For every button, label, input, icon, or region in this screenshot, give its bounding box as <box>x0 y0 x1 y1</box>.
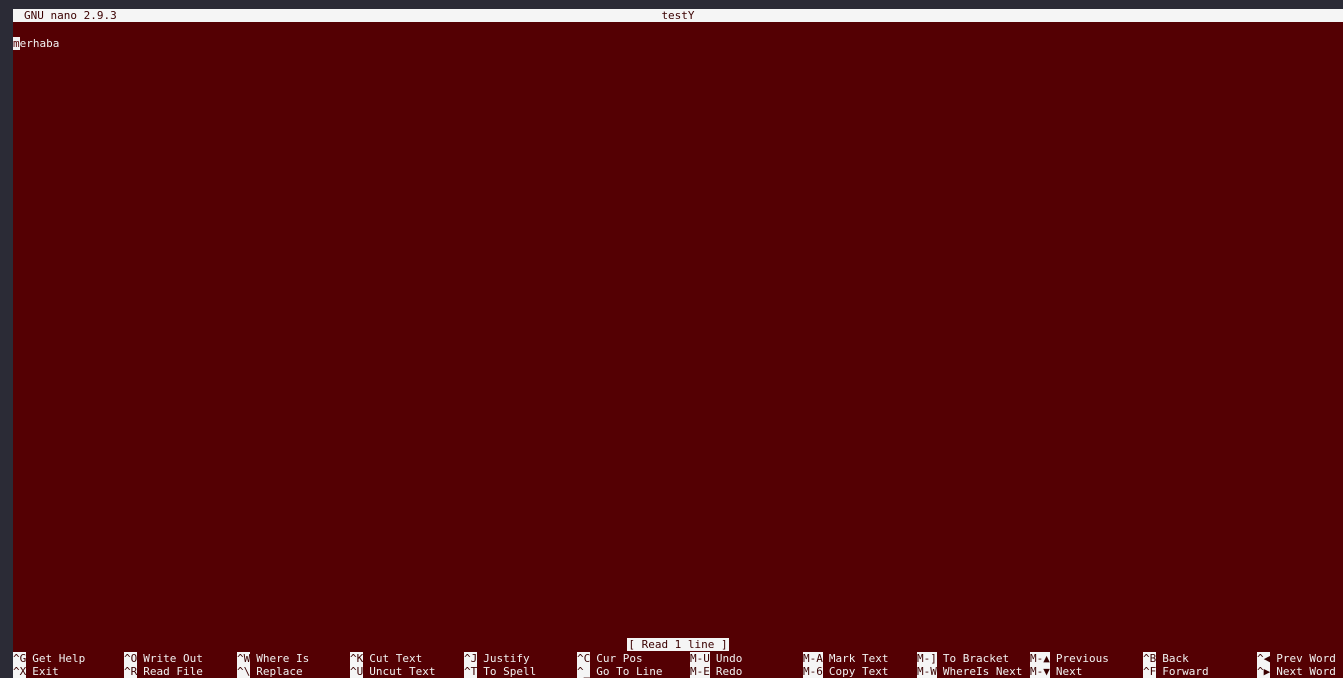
shortcut-mark-text[interactable]: M-A Mark Text <box>803 652 888 665</box>
shortcut-label: Write Out <box>143 652 203 665</box>
shortcut-key: M-W <box>917 665 937 678</box>
shortcut-key: M-6 <box>803 665 823 678</box>
shortcut-key: ^K <box>350 652 364 665</box>
shortcut-label: Mark Text <box>828 652 889 665</box>
shortcut-key: ^▶ <box>1257 665 1271 678</box>
shortcut-redo[interactable]: M-E Redo <box>690 665 742 678</box>
shortcut-key: ^R <box>124 665 138 678</box>
shortcut-read-file[interactable]: ^R Read File <box>124 665 203 678</box>
shortcut-label: Cut Text <box>369 652 423 665</box>
shortcut-key: ^U <box>350 665 364 678</box>
shortcut-cur-pos[interactable]: ^C Cur Pos <box>577 652 643 665</box>
shortcut-copy-text[interactable]: M-6 Copy Text <box>803 665 888 678</box>
shortcut-label: Redo <box>715 665 743 678</box>
shortcut-forward[interactable]: ^F Forward <box>1143 665 1209 678</box>
shortcut-label: Replace <box>256 665 303 678</box>
shortcut-label: Copy Text <box>828 665 889 678</box>
shortcut-next[interactable]: M-▼ Next <box>1030 665 1082 678</box>
shortcut-previous[interactable]: M-▲ Previous <box>1030 652 1109 665</box>
shortcut-label: Undo <box>715 652 743 665</box>
shortcut-key: M-U <box>690 652 710 665</box>
shortcut-label: Next Word <box>1276 665 1336 678</box>
shortcut-key: ^\ <box>237 665 251 678</box>
shortcut-row-2: ^X Exit ^R Read File ^\ Replace ^U Uncut Tex… <box>13 665 1343 678</box>
shortcut-key: ^J <box>464 652 478 665</box>
nano-title-bar: GNU nano 2.9.3 testY <box>13 9 1343 22</box>
shortcut-key: M-A <box>803 652 823 665</box>
shortcut-label: Next <box>1055 665 1083 678</box>
shortcut-key: ^X <box>13 665 27 678</box>
text-line[interactable]: merhaba <box>13 37 59 50</box>
shortcut-label: Back <box>1162 652 1189 665</box>
shortcut-label: Justify <box>483 652 530 665</box>
shortcut-uncut-text[interactable]: ^U Uncut Text <box>350 665 435 678</box>
shortcut-label: Forward <box>1162 665 1209 678</box>
shortcut-label: Prev Word <box>1276 652 1336 665</box>
shortcut-label: Get Help <box>32 652 86 665</box>
shortcut-prev-word[interactable]: ^◀ Prev Word <box>1257 652 1336 665</box>
shortcut-get-help[interactable]: ^G Get Help <box>13 652 85 665</box>
shortcut-label: Uncut Text <box>369 665 436 678</box>
shortcut-key: M-▼ <box>1030 665 1050 678</box>
shortcut-key: M-] <box>917 652 937 665</box>
shortcut-label: Read File <box>143 665 203 678</box>
line-text: erhaba <box>19 37 60 50</box>
shortcut-label: To Bracket <box>942 652 1010 665</box>
shortcut-label: Previous <box>1055 652 1109 665</box>
shortcut-write-out[interactable]: ^O Write Out <box>124 652 203 665</box>
shortcut-key: ^C <box>577 652 591 665</box>
text-cursor: m <box>13 37 20 50</box>
terminal-window[interactable]: GNU nano 2.9.3 testY merhaba [ Read 1 li… <box>13 9 1343 678</box>
shortcut-cut-text[interactable]: ^K Cut Text <box>350 652 422 665</box>
shortcut-whereis-next[interactable]: M-W WhereIs Next <box>917 665 1022 678</box>
shortcut-exit[interactable]: ^X Exit <box>13 665 59 678</box>
shortcut-next-word[interactable]: ^▶ Next Word <box>1257 665 1336 678</box>
shortcut-label: Where Is <box>256 652 310 665</box>
shortcut-label: WhereIs Next <box>942 665 1023 678</box>
file-name: testY <box>661 9 695 22</box>
shortcut-row-1: ^G Get Help ^O Write Out ^W Where Is ^K Cut … <box>13 652 1343 665</box>
shortcut-bar: ^G Get Help ^O Write Out ^W Where Is ^K Cut … <box>13 652 1343 678</box>
shortcut-justify[interactable]: ^J Justify <box>464 652 530 665</box>
shortcut-where-is[interactable]: ^W Where Is <box>237 652 309 665</box>
shortcut-key: ^F <box>1143 665 1157 678</box>
shortcut-label: Exit <box>32 665 59 678</box>
shortcut-key: ^B <box>1143 652 1157 665</box>
shortcut-key: M-E <box>690 665 710 678</box>
shortcut-key: ^O <box>124 652 138 665</box>
shortcut-key: ^_ <box>577 665 591 678</box>
shortcut-key: M-▲ <box>1030 652 1050 665</box>
shortcut-key: ^◀ <box>1257 652 1271 665</box>
shortcut-go-to-line[interactable]: ^_ Go To Line <box>577 665 662 678</box>
status-message: [ Read 1 line ] <box>627 638 729 651</box>
shortcut-undo[interactable]: M-U Undo <box>690 652 742 665</box>
shortcut-replace[interactable]: ^\ Replace <box>237 665 303 678</box>
shortcut-to-bracket[interactable]: M-] To Bracket <box>917 652 1009 665</box>
shortcut-back[interactable]: ^B Back <box>1143 652 1189 665</box>
shortcut-label: To Spell <box>483 665 537 678</box>
shortcut-to-spell[interactable]: ^T To Spell <box>464 665 536 678</box>
shortcut-key: ^W <box>237 652 251 665</box>
shortcut-label: Go To Line <box>596 665 663 678</box>
shortcut-key: ^T <box>464 665 478 678</box>
shortcut-label: Cur Pos <box>596 652 643 665</box>
editor-area[interactable]: merhaba <box>13 37 1343 627</box>
status-bar: [ Read 1 line ] <box>13 638 1343 651</box>
shortcut-key: ^G <box>13 652 27 665</box>
